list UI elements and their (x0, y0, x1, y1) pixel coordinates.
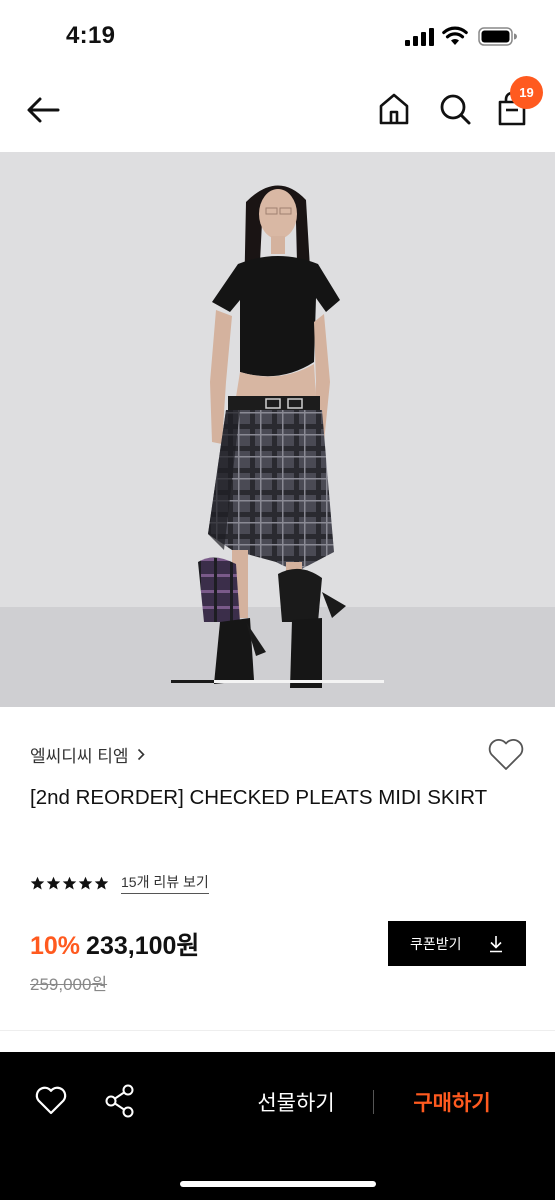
rating-stars (30, 876, 109, 891)
star-icon (62, 876, 77, 889)
status-bar: 4:19 (0, 0, 555, 70)
star-icon (30, 876, 45, 889)
wishlist-heart-icon[interactable] (486, 736, 526, 772)
brand-link[interactable]: 엘씨디씨 티엠 (30, 742, 145, 767)
buy-button[interactable]: 구매하기 (396, 1082, 508, 1122)
carousel-progress-thumb (171, 680, 214, 683)
cart-count-badge: 19 (510, 76, 543, 109)
bottom-bar-divider (373, 1090, 374, 1114)
product-title: [2nd REORDER] CHECKED PLEATS MIDI SKIRT (30, 786, 488, 809)
product-image[interactable] (0, 152, 555, 707)
home-indicator (180, 1181, 376, 1187)
wifi-icon (442, 26, 468, 45)
original-price: 259,000원 (30, 975, 108, 994)
review-link[interactable]: 15개 리뷰 보기 (121, 872, 209, 894)
brand-name: 엘씨디씨 티엠 (30, 747, 129, 766)
carousel-progress-track (171, 680, 384, 683)
back-arrow-icon[interactable] (24, 92, 64, 128)
bottom-action-bar (0, 1052, 555, 1200)
star-icon (78, 876, 93, 889)
battery-icon (478, 27, 517, 46)
status-time: 4:19 (66, 22, 116, 49)
coupon-button-label: 쿠폰받기 (410, 935, 462, 952)
signal-icon (405, 28, 434, 46)
home-icon[interactable] (376, 90, 412, 128)
model-photo-illustration (0, 152, 555, 707)
section-divider (0, 1030, 555, 1031)
sale-price: 233,100원 (86, 932, 200, 960)
gift-button[interactable]: 선물하기 (240, 1082, 352, 1122)
discount-rate: 10% (30, 932, 81, 960)
top-nav (0, 70, 555, 152)
chevron-right-icon (137, 748, 145, 761)
rating: 15개 리뷰 보기 (30, 872, 209, 894)
download-icon (490, 935, 502, 952)
star-icon (46, 876, 61, 889)
share-icon[interactable] (103, 1083, 137, 1119)
like-heart-icon[interactable] (34, 1083, 68, 1117)
star-icon (94, 876, 109, 889)
price-row: 10% 233,100원 (30, 926, 199, 962)
coupon-download-button[interactable]: 쿠폰받기 (388, 921, 526, 966)
search-icon[interactable] (437, 90, 473, 128)
